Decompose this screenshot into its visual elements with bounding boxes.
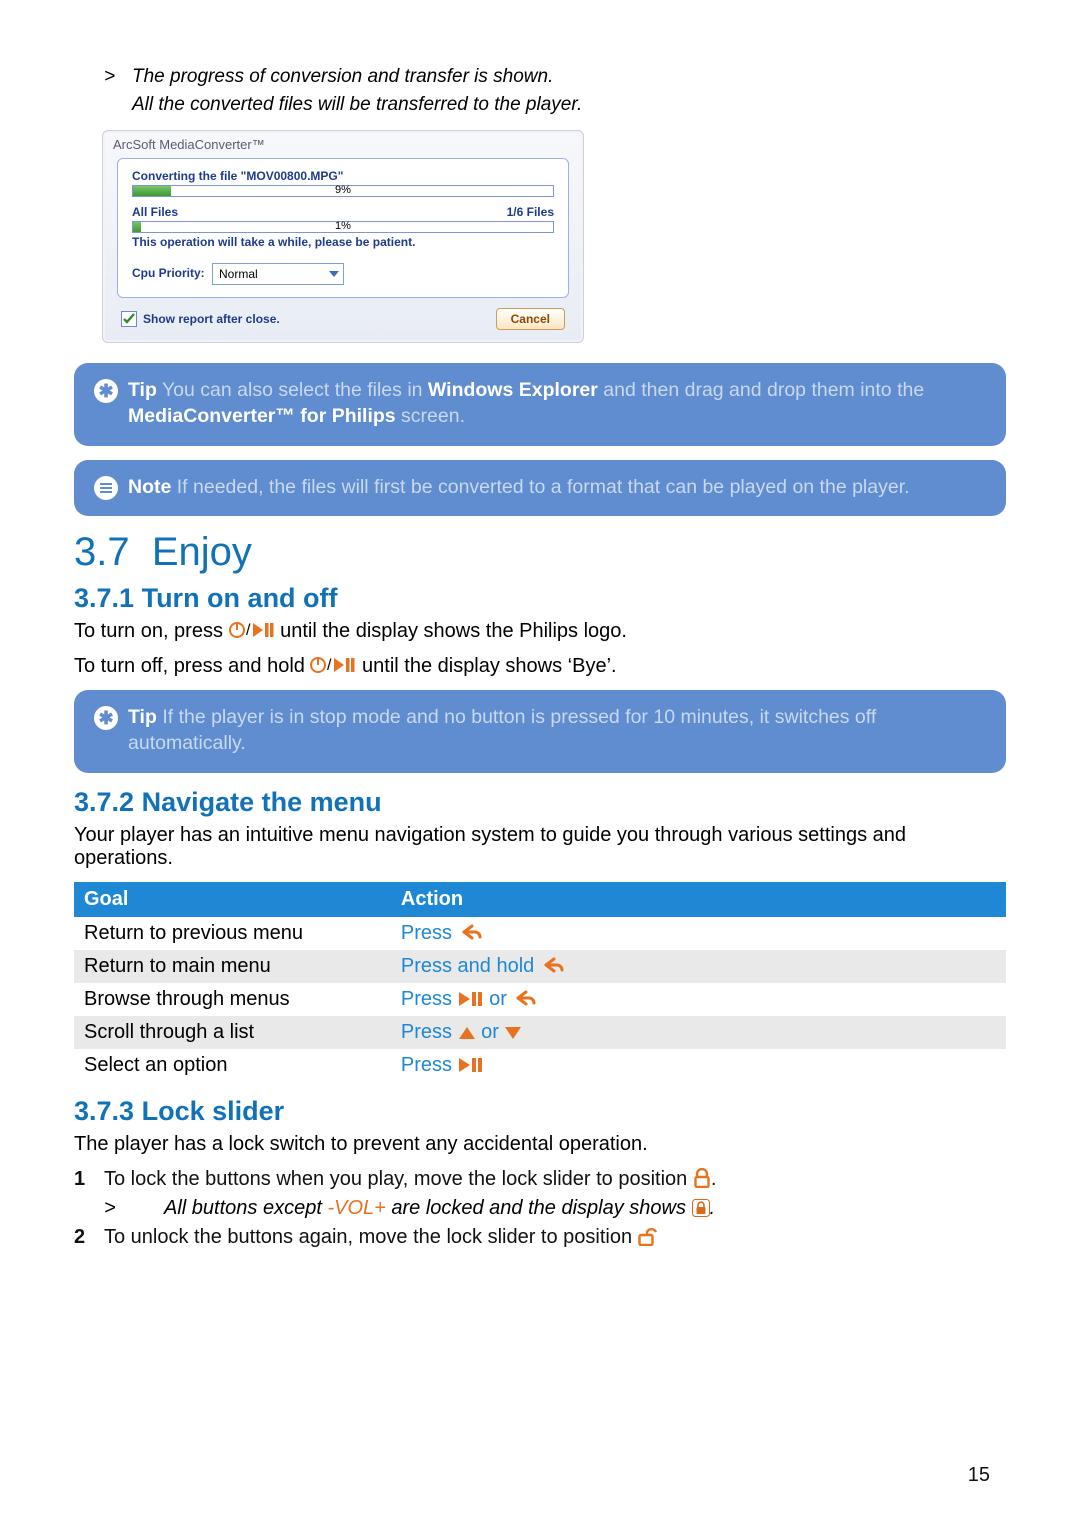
section-number: 3.7 [74,530,130,574]
table-cell-goal: Return to previous menu [74,917,391,950]
patience-note: This operation will take a while, please… [132,235,554,249]
table-row: Return to main menuPress and hold [74,950,1006,983]
subsection-number: 3.7.1 [74,583,134,613]
table-header-goal: Goal [74,882,391,917]
lock-closed-icon [693,1168,711,1188]
subsection-heading-lock-slider: 3.7.3 Lock slider [74,1096,1006,1127]
page-number: 15 [968,1464,990,1487]
caret-icon: > [104,66,116,88]
show-report-checkbox[interactable]: Show report after close. [121,311,280,327]
cpu-priority-row: Cpu Priority: Normal [132,263,554,285]
cancel-button[interactable]: Cancel [496,308,565,330]
chevron-down-icon [329,271,339,277]
subsection-title: Navigate the menu [142,787,382,817]
subsection-title: Lock slider [142,1096,285,1126]
tip-icon: ✱ [94,379,118,403]
back-icon [540,955,566,975]
vol-label: -VOL+ [327,1197,385,1219]
table-cell-goal: Return to main menu [74,950,391,983]
table-row: Browse through menusPress or [74,983,1006,1016]
play-pause-icon [458,1056,484,1074]
progress-result-text-2: All the converted files will be transfer… [132,94,582,115]
table-cell-goal: Select an option [74,1049,391,1082]
tip1-strong-2: MediaConverter™ for Philips [128,405,396,427]
back-icon [458,922,484,942]
subsection-heading-navigate-menu: 3.7.2 Navigate the menu [74,787,1006,818]
progress-result-line-2: All the converted files will be transfer… [132,94,1006,116]
svg-text:/: / [246,622,251,639]
tip-icon: ✱ [94,706,118,730]
triangle-up-icon [458,1025,476,1041]
tip2-text: If the player is in stop mode and no but… [128,706,876,754]
note-callout-convert: Note If needed, the files will first be … [74,460,1006,516]
table-cell-action: Press or [391,1016,1006,1049]
table-row: Select an optionPress [74,1049,1006,1082]
dialog-titlebar: ArcSoft MediaConverter™ [103,131,583,158]
section-title: Enjoy [152,530,252,574]
progress-result-text-1: The progress of conversion and transfer … [132,66,553,87]
lock-open-icon [638,1226,658,1246]
table-header-action: Action [391,882,1006,917]
navigate-intro: Your player has an intuitive menu naviga… [74,824,1006,870]
navigation-table: Goal Action Return to previous menuPress… [74,882,1006,1082]
lock-slider-steps: 1To lock the buttons when you play, move… [74,1168,1006,1249]
lock-slider-intro: The player has a lock switch to prevent … [74,1133,1006,1156]
tip1-text-b: and then drag and drop them into the [598,379,924,401]
lock-slider-sub: >All buttons except -VOL+ are locked and… [134,1197,1006,1220]
all-files-count: 1/6 Files [507,205,554,221]
turn-on-text: To turn on, press / until the display sh… [74,620,1006,643]
table-cell-action: Press and hold [391,950,1006,983]
all-files-percent: 1% [335,220,351,232]
tip-label: Tip [128,379,157,401]
all-files-progress: 1% [132,221,554,233]
converting-progress: 9% [132,185,554,197]
note-icon [94,476,118,500]
note1-text: If needed, the files will first be conve… [177,476,910,498]
converting-file-label: Converting the file "MOV00800.MPG" [132,169,554,183]
tip-callout-auto-off: ✱ Tip If the player is in stop mode and … [74,690,1006,773]
turn-off-text: To turn off, press and hold / until the … [74,655,1006,678]
table-cell-action: Press or [391,983,1006,1016]
table-cell-goal: Browse through menus [74,983,391,1016]
converter-dialog: ArcSoft MediaConverter™ Converting the f… [102,130,584,343]
progress-result-line-1: > The progress of conversion and transfer… [104,66,1006,88]
tip1-text-a: You can also select the files in [162,379,428,401]
note-label: Note [128,476,171,498]
tip1-strong-1: Windows Explorer [428,379,598,401]
table-cell-goal: Scroll through a list [74,1016,391,1049]
checkbox-icon [121,311,137,327]
play-pause-icon [458,990,484,1008]
power-play-icon: / [310,655,356,675]
triangle-down-icon [504,1025,522,1041]
cpu-priority-label: Cpu Priority: [132,266,205,280]
back-icon [512,988,538,1008]
table-row: Scroll through a listPress or [74,1016,1006,1049]
list-item: 2To unlock the buttons again, move the l… [74,1226,1006,1249]
show-report-label: Show report after close. [143,312,280,326]
table-row: Return to previous menuPress [74,917,1006,950]
subsection-heading-turn-on-off: 3.7.1 Turn on and off [74,583,1006,614]
table-cell-action: Press [391,917,1006,950]
cpu-priority-select[interactable]: Normal [212,263,344,285]
svg-text:/: / [327,657,332,674]
subsection-title: Turn on and off [142,583,338,613]
lock-display-icon [692,1199,710,1217]
all-files-label: All Files [132,205,178,219]
subsection-number: 3.7.2 [74,787,134,817]
section-heading-enjoy: 3.7 Enjoy [74,530,1006,575]
converting-percent: 9% [335,184,351,196]
subsection-number: 3.7.3 [74,1096,134,1126]
cpu-priority-value: Normal [219,267,258,281]
tip1-text-c: screen. [396,405,465,427]
list-item: 1To lock the buttons when you play, move… [74,1168,1006,1220]
power-play-icon: / [229,620,275,640]
tip-label: Tip [128,706,157,728]
table-cell-action: Press [391,1049,1006,1082]
tip-callout-drag-drop: ✱ Tip You can also select the files in W… [74,363,1006,446]
